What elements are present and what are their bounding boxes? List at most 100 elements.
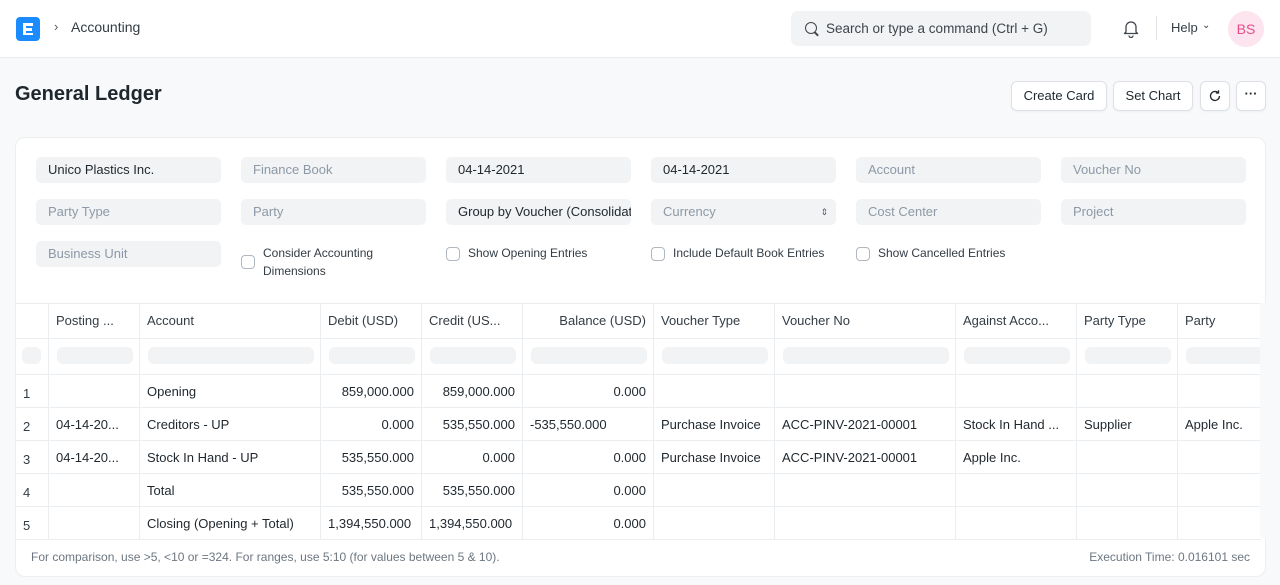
column-header-debit[interactable]: Debit (USD): [321, 304, 422, 338]
party-type-cell[interactable]: [1077, 474, 1178, 506]
posting-date-cell[interactable]: 04-14-20...: [49, 408, 140, 440]
include-default-book-entries-checkbox[interactable]: Include Default Book Entries: [651, 244, 851, 262]
table-row[interactable]: 1 Opening 859,000.000 859,000.000 0.000: [16, 375, 1261, 408]
checkbox-box[interactable]: [446, 247, 460, 261]
create-card-button[interactable]: Create Card: [1011, 81, 1107, 111]
column-header-party[interactable]: Party: [1178, 304, 1265, 338]
debit-cell[interactable]: 859,000.000: [321, 375, 422, 407]
voucher-no-cell[interactable]: [775, 375, 956, 407]
party-cell[interactable]: [1178, 474, 1265, 506]
set-chart-button[interactable]: Set Chart: [1113, 81, 1193, 111]
balance-cell[interactable]: 0.000: [523, 375, 654, 407]
refresh-button[interactable]: [1200, 81, 1230, 111]
help-menu[interactable]: Help: [1171, 20, 1198, 35]
party-type-cell[interactable]: [1077, 375, 1178, 407]
from-date-filter[interactable]: 04-14-2021: [446, 157, 631, 183]
account-filter-input[interactable]: [148, 347, 314, 364]
account-cell[interactable]: Creditors - UP: [140, 408, 321, 440]
debit-cell[interactable]: 535,550.000: [321, 441, 422, 473]
finance-book-filter[interactable]: Finance Book: [241, 157, 426, 183]
show-cancelled-entries-checkbox[interactable]: Show Cancelled Entries: [856, 244, 1056, 262]
voucher-no-cell[interactable]: [775, 474, 956, 506]
party-type-filter-input[interactable]: [1085, 347, 1171, 364]
voucher-no-cell[interactable]: ACC-PINV-2021-00001: [775, 408, 956, 440]
credit-cell[interactable]: 0.000: [422, 441, 523, 473]
party-cell[interactable]: [1178, 375, 1265, 407]
party-cell[interactable]: [1178, 507, 1265, 539]
column-header-credit[interactable]: Credit (US...: [422, 304, 523, 338]
column-header-party-type[interactable]: Party Type: [1077, 304, 1178, 338]
voucher-type-cell[interactable]: [654, 375, 775, 407]
credit-filter-input[interactable]: [430, 347, 516, 364]
voucher-type-filter-input[interactable]: [662, 347, 768, 364]
balance-filter-input[interactable]: [531, 347, 647, 364]
voucher-type-cell[interactable]: [654, 507, 775, 539]
column-header-posting-date[interactable]: Posting ...: [49, 304, 140, 338]
debit-cell[interactable]: 535,550.000: [321, 474, 422, 506]
credit-cell[interactable]: 535,550.000: [422, 408, 523, 440]
account-cell[interactable]: Closing (Opening + Total): [140, 507, 321, 539]
voucher-no-filter[interactable]: Voucher No: [1061, 157, 1246, 183]
debit-cell[interactable]: 0.000: [321, 408, 422, 440]
party-cell[interactable]: Apple Inc.: [1178, 408, 1265, 440]
debit-cell[interactable]: 1,394,550.000: [321, 507, 422, 539]
table-row[interactable]: 2 04-14-20... Creditors - UP 0.000 535,550.0…: [16, 408, 1261, 441]
voucher-no-cell[interactable]: [775, 507, 956, 539]
consider-accounting-dimensions-checkbox[interactable]: Consider Accounting Dimensions: [241, 244, 411, 280]
cost-center-filter[interactable]: Cost Center: [856, 199, 1041, 225]
credit-cell[interactable]: 1,394,550.000: [422, 507, 523, 539]
table-row[interactable]: 4 Total 535,550.000 535,550.000 0.000: [16, 474, 1261, 507]
account-cell[interactable]: Total: [140, 474, 321, 506]
credit-cell[interactable]: 535,550.000: [422, 474, 523, 506]
voucher-type-cell[interactable]: [654, 474, 775, 506]
to-date-filter[interactable]: 04-14-2021: [651, 157, 836, 183]
column-header-against-account[interactable]: Against Acco...: [956, 304, 1077, 338]
table-row[interactable]: 5 Closing (Opening + Total) 1,394,550.000 1…: [16, 507, 1261, 540]
against-account-cell[interactable]: [956, 507, 1077, 539]
search-bar[interactable]: Search or type a command (Ctrl + G): [791, 11, 1091, 46]
notification-bell-icon[interactable]: [1122, 19, 1140, 38]
against-account-filter-input[interactable]: [964, 347, 1070, 364]
posting-date-cell[interactable]: [49, 507, 140, 539]
against-account-cell[interactable]: [956, 375, 1077, 407]
checkbox-box[interactable]: [651, 247, 665, 261]
currency-select[interactable]: Currency ⇕: [651, 199, 836, 225]
voucher-no-cell[interactable]: ACC-PINV-2021-00001: [775, 441, 956, 473]
party-type-filter[interactable]: Party Type: [36, 199, 221, 225]
balance-cell[interactable]: -535,550.000: [523, 408, 654, 440]
debit-filter-input[interactable]: [329, 347, 415, 364]
party-type-cell[interactable]: [1077, 507, 1178, 539]
party-type-cell[interactable]: [1077, 441, 1178, 473]
user-avatar[interactable]: BS: [1228, 11, 1264, 47]
account-cell[interactable]: Opening: [140, 375, 321, 407]
voucher-no-filter-input[interactable]: [783, 347, 949, 364]
table-scrollbar[interactable]: [1260, 303, 1266, 538]
party-filter[interactable]: Party: [241, 199, 426, 225]
table-row[interactable]: 3 04-14-20... Stock In Hand - UP 535,550.00…: [16, 441, 1261, 474]
company-filter[interactable]: Unico Plastics Inc.: [36, 157, 221, 183]
breadcrumb-accounting[interactable]: Accounting: [71, 19, 140, 35]
checkbox-box[interactable]: [856, 247, 870, 261]
balance-cell[interactable]: 0.000: [523, 507, 654, 539]
posting-date-cell[interactable]: 04-14-20...: [49, 441, 140, 473]
chevron-down-icon[interactable]: ⌄: [1202, 20, 1210, 31]
filter-input[interactable]: [22, 347, 41, 364]
column-header-balance[interactable]: Balance (USD): [523, 304, 654, 338]
party-filter-input[interactable]: [1186, 347, 1265, 364]
app-logo-icon[interactable]: [16, 17, 40, 41]
party-type-cell[interactable]: Supplier: [1077, 408, 1178, 440]
balance-cell[interactable]: 0.000: [523, 474, 654, 506]
voucher-type-cell[interactable]: Purchase Invoice: [654, 408, 775, 440]
column-header-account[interactable]: Account: [140, 304, 321, 338]
checkbox-box[interactable]: [241, 255, 255, 269]
balance-cell[interactable]: 0.000: [523, 441, 654, 473]
project-filter[interactable]: Project: [1061, 199, 1246, 225]
group-by-select[interactable]: Group by Voucher (Consolidated): [446, 199, 631, 225]
more-options-button[interactable]: ···: [1236, 81, 1266, 111]
posting-date-cell[interactable]: [49, 375, 140, 407]
posting-date-filter-input[interactable]: [57, 347, 133, 364]
voucher-type-cell[interactable]: Purchase Invoice: [654, 441, 775, 473]
column-header-voucher-no[interactable]: Voucher No: [775, 304, 956, 338]
against-account-cell[interactable]: Stock In Hand ...: [956, 408, 1077, 440]
business-unit-filter[interactable]: Business Unit: [36, 241, 221, 267]
